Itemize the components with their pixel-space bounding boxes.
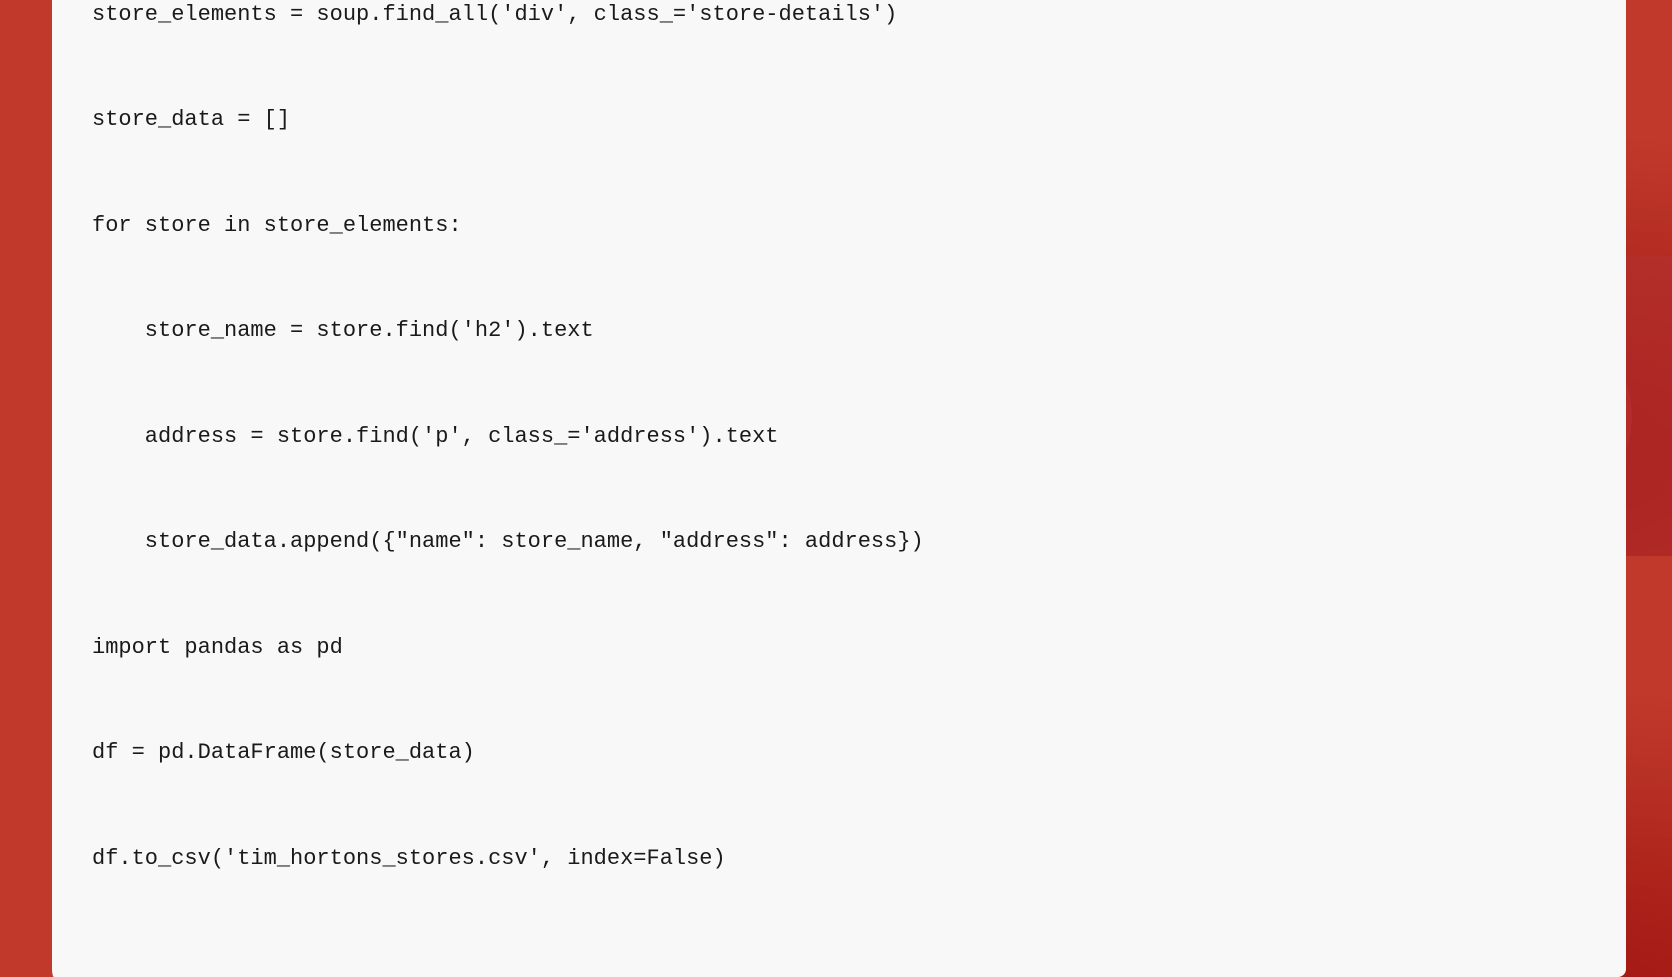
code-block: Identify the HTML elements containing th…: [92, 0, 1586, 947]
code-container: Identify the HTML elements containing th…: [46, 0, 1626, 977]
code-line-6: for store in store_elements:: [92, 208, 1586, 243]
code-line-5: store_data = []: [92, 102, 1586, 137]
code-line-11: df = pd.DataFrame(store_data): [92, 735, 1586, 770]
code-line-12: df.to_csv('tim_hortons_stores.csv', inde…: [92, 841, 1586, 876]
code-line-10: import pandas as pd: [92, 630, 1586, 665]
code-line-9: store_data.append({"name": store_name, "…: [92, 524, 1586, 559]
code-line-7: store_name = store.find('h2').text: [92, 313, 1586, 348]
code-line-4: store_elements = soup.find_all('div', cl…: [92, 0, 1586, 32]
code-line-8: address = store.find('p', class_='addres…: [92, 419, 1586, 454]
